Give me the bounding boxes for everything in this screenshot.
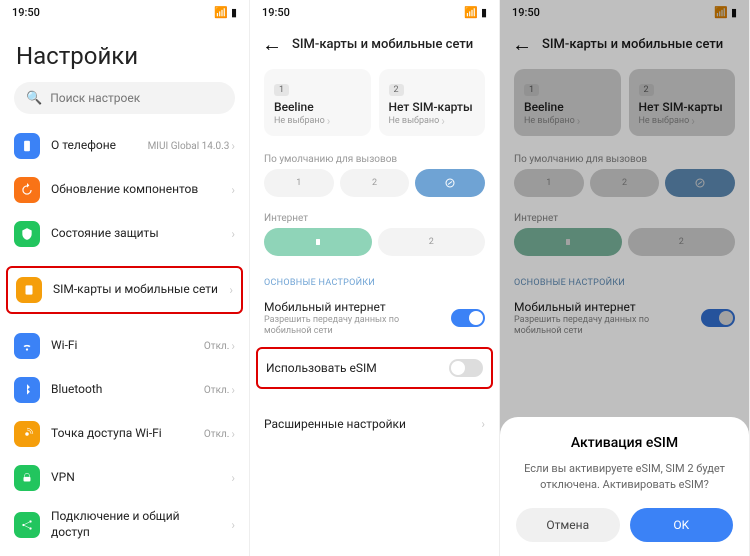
chevron-right-icon: › [441,114,445,128]
item-sim-networks[interactable]: SIM-карты и мобильные сети › [6,266,243,314]
dialog-title: Активация eSIM [516,435,733,451]
sim-icon [16,277,42,303]
signal-icon: 📶 [464,6,478,19]
chevron-right-icon: › [327,114,331,128]
advanced-settings-row[interactable]: Расширенные настройки › [250,409,499,439]
use-esim-row: Использовать eSIM [256,347,493,389]
page-title: Настройки [0,24,249,82]
wifi-icon [14,333,40,359]
item-security-status[interactable]: Состояние защиты › [0,212,249,256]
calls-ask[interactable] [415,169,485,197]
sim-card-1[interactable]: 1 Beeline Не выбрано› [264,69,371,136]
statusbar: 19:50 📶 ▮ [0,0,249,24]
signal-icon: 📶 [214,6,228,19]
item-component-updates[interactable]: Обновление компонентов › [0,168,249,212]
dialog-body: Если вы активируете eSIM, SIM 2 будет от… [516,461,733,492]
share-icon [14,512,40,538]
statusbar: 19:50 📶▮ [250,0,499,24]
search-input[interactable] [50,91,223,105]
internet-sim1[interactable] [264,228,372,256]
main-settings-header: ОСНОВНЫЕ НАСТРОЙКИ [250,264,499,292]
esim-activation-dialog: Активация eSIM Если вы активируете eSIM,… [500,417,749,556]
page-title: SIM-карты и мобильные сети [292,37,473,52]
search-icon: 🔍 [26,91,42,106]
chevron-right-icon: › [231,339,235,353]
chevron-right-icon: › [231,427,235,441]
calls-sim2[interactable]: 2 [340,169,410,197]
back-button[interactable]: ← [262,32,282,57]
default-calls-selector: 1 2 [250,169,499,205]
header: ← SIM-карты и мобильные сети [250,24,499,65]
ok-button[interactable]: OK [630,508,734,542]
cancel-button[interactable]: Отмена [516,508,620,542]
chevron-right-icon: › [231,471,235,485]
mobile-internet-row: Мобильный интернет Разрешить передачу да… [250,292,499,345]
item-bluetooth[interactable]: Bluetooth Откл.› [0,368,249,412]
screen-settings: 19:50 📶 ▮ Настройки 🔍 О телефоне MIUI Gl… [0,0,250,556]
use-esim-toggle[interactable] [449,359,483,377]
search-bar[interactable]: 🔍 [14,82,235,114]
default-calls-label: По умолчанию для вызовов [250,146,499,169]
item-wifi[interactable]: Wi-Fi Откл.› [0,324,249,368]
chevron-right-icon: › [231,139,235,153]
shield-icon [14,221,40,247]
clock: 19:50 [262,6,290,19]
vpn-icon [14,465,40,491]
bluetooth-icon [14,377,40,403]
battery-icon: ▮ [231,6,237,19]
chevron-right-icon: › [481,417,485,431]
internet-label: Интернет [250,205,499,228]
internet-selector: 2 [250,228,499,264]
calls-sim1[interactable]: 1 [264,169,334,197]
chevron-right-icon: › [229,283,233,297]
screen-esim-dialog: 19:50 📶▮ ← SIM-карты и мобильные сети 1 … [500,0,750,556]
item-vpn[interactable]: VPN › [0,456,249,500]
clock: 19:50 [12,6,40,19]
status-icons: 📶 ▮ [214,6,237,19]
item-hotspot[interactable]: Точка доступа Wi-Fi Откл.› [0,412,249,456]
chevron-right-icon: › [231,518,235,532]
sim-card-2[interactable]: 2 Нет SIM-карты Не выбрано› [379,69,486,136]
status-icons: 📶▮ [464,6,487,19]
chevron-right-icon: › [231,227,235,241]
item-about-phone[interactable]: О телефоне MIUI Global 14.0.3› [0,124,249,168]
update-icon [14,177,40,203]
mobile-internet-toggle[interactable] [451,309,485,327]
item-connection-sharing[interactable]: Подключение и общий доступ › [0,500,249,549]
value: MIUI Global 14.0.3› [148,139,235,153]
chevron-right-icon: › [231,383,235,397]
chevron-right-icon: › [231,183,235,197]
phone-icon [14,133,40,159]
battery-icon: ▮ [481,6,487,19]
hotspot-icon [14,421,40,447]
screen-sim-settings: 19:50 📶▮ ← SIM-карты и мобильные сети 1 … [250,0,500,556]
internet-sim2[interactable]: 2 [378,228,486,256]
